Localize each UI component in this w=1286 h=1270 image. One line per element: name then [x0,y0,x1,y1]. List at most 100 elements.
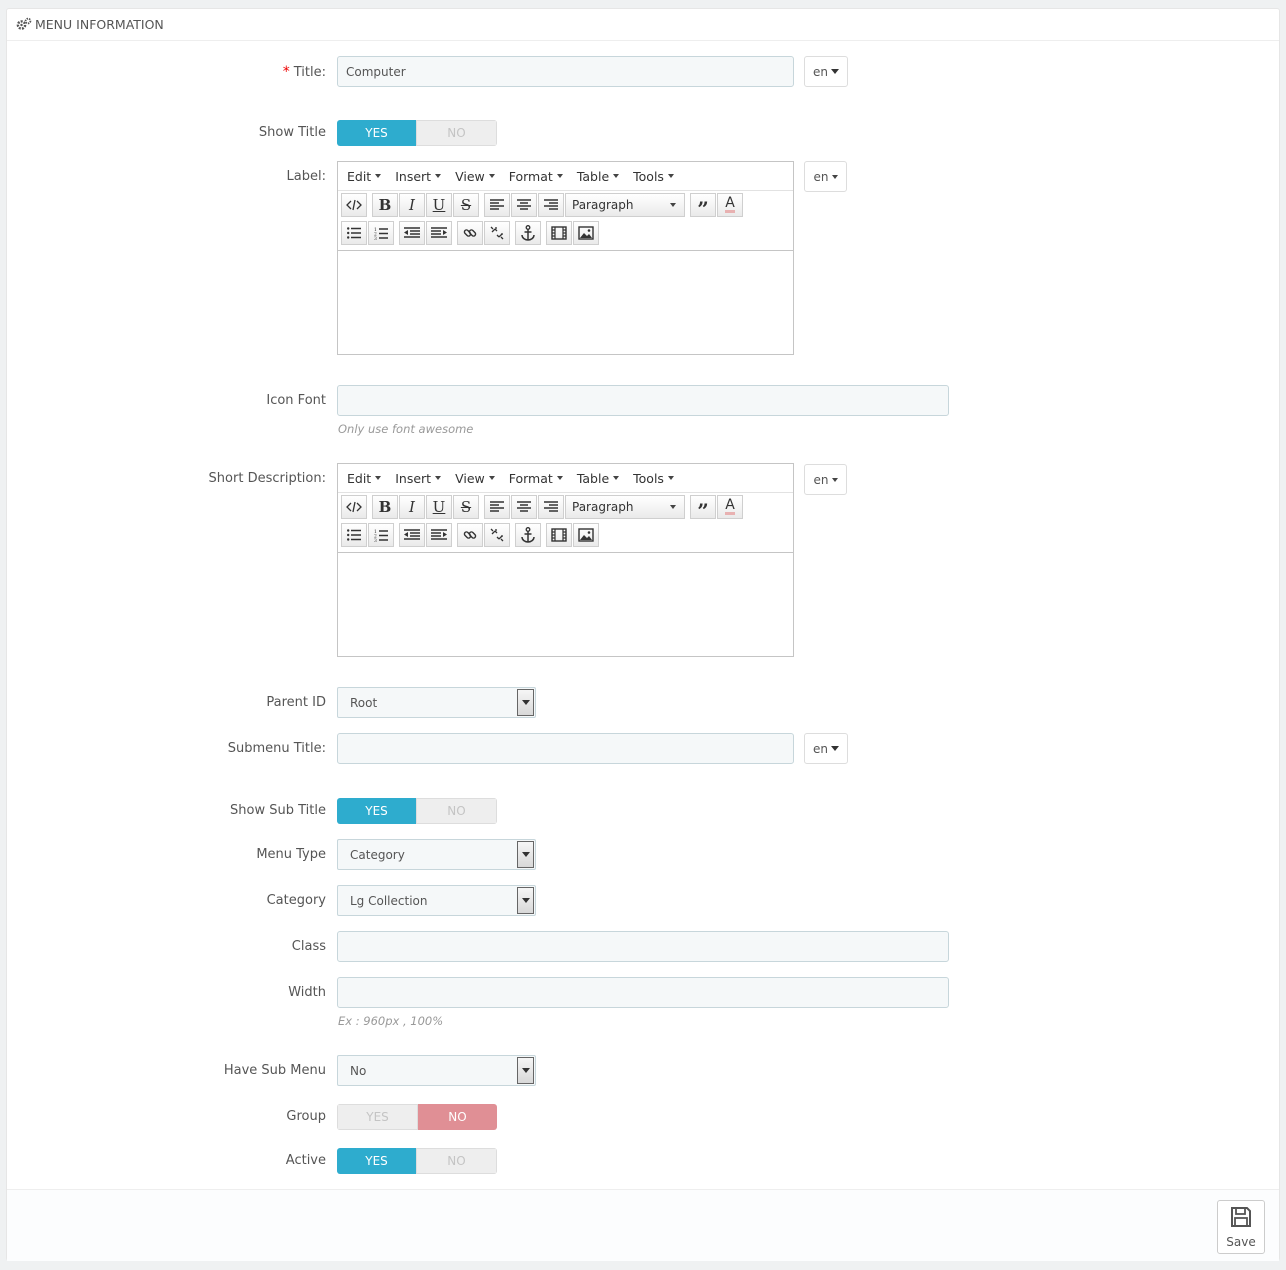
editor-menu-view[interactable]: View [448,471,502,486]
label-editor-block-format-select[interactable]: Paragraph [565,193,685,217]
label-editor-anchor-button[interactable] [515,221,541,245]
parent-id-select[interactable]: Root [337,687,536,718]
show-title-no[interactable]: NO [416,120,497,146]
short-description-editor-align-right-button[interactable] [538,495,564,519]
short-description-editor-unlink-button[interactable] [484,523,510,547]
short-description-editor-block-format-select[interactable]: Paragraph [565,495,685,519]
active-switch[interactable]: YES NO [337,1148,497,1174]
editor-menu-table[interactable]: Table [570,471,626,486]
label-editor-underline-button[interactable]: U [426,193,452,217]
short-description-editor-indent-button[interactable] [426,523,452,547]
align-left-icon [490,199,504,211]
editor-menubar: Edit Insert View Format Table Tools [338,162,793,191]
group-switch[interactable]: YES NO [337,1104,497,1130]
editor-menu-format[interactable]: Format [502,471,570,486]
label-editor-align-right-button[interactable] [538,193,564,217]
short-description-editor-link-button[interactable] [457,523,483,547]
submenu-title-language-dropdown[interactable]: en [804,733,848,764]
show-sub-title-yes[interactable]: YES [337,798,416,824]
editor-menu-insert[interactable]: Insert [388,169,448,184]
group-no[interactable]: NO [418,1104,497,1130]
editor-toolbar-row-1: B I U S Paragraph ” A [338,191,793,219]
short-description-editor-outdent-button[interactable] [399,523,425,547]
short-description-editor-underline-button[interactable]: U [426,495,452,519]
menu-type-select[interactable]: Category [337,839,536,870]
label-editor-link-button[interactable] [457,221,483,245]
outdent-icon [404,227,420,239]
label-editor-unlink-button[interactable] [484,221,510,245]
editor-menu-table[interactable]: Table [570,169,626,184]
submenu-title-input[interactable] [337,733,794,764]
label-editor-indent-button[interactable] [426,221,452,245]
show-title-switch[interactable]: YES NO [337,120,497,146]
label-editor-align-left-button[interactable] [484,193,510,217]
short-description-editor-bullet-list-button[interactable] [341,523,367,547]
label-editor-strikethrough-button[interactable]: S [453,193,479,217]
label-editor-text-color-button[interactable]: A [717,193,743,217]
label-editor-media-button[interactable] [546,221,572,245]
editor-menu-edit[interactable]: Edit [340,169,388,184]
label-editor-blockquote-button[interactable]: ” [690,193,716,219]
select-arrow-icon [517,689,534,716]
icon-font-input[interactable] [337,385,949,416]
editor-menu-tools[interactable]: Tools [626,169,681,184]
short-description-editor-text-color-button[interactable]: A [717,495,743,519]
short-description-editor-anchor-button[interactable] [515,523,541,547]
label-editor-bullet-list-button[interactable] [341,221,367,245]
caret-down-icon [831,174,838,179]
active-no[interactable]: NO [416,1148,497,1174]
short-description-editor-image-button[interactable] [573,523,599,547]
label-editor-align-center-button[interactable] [511,193,537,217]
label-editor-edit-area[interactable] [338,250,793,354]
label-language-dropdown[interactable]: en [804,161,847,192]
anchor-icon [521,527,535,543]
group-yes[interactable]: YES [337,1104,418,1130]
editor-menu-view[interactable]: View [448,169,502,184]
label-editor-bold-button[interactable]: B [372,193,398,217]
short-description-editor-edit-area[interactable] [338,552,793,656]
code-icon [346,501,362,513]
short-description-editor-code-button[interactable] [341,495,367,519]
short-description-rich-text-editor[interactable]: Edit Insert View Format Table Tools B I U S Paragr… [337,463,794,657]
width-input[interactable] [337,977,949,1008]
label-editor-image-button[interactable] [573,221,599,245]
label-editor-outdent-button[interactable] [399,221,425,245]
have-sub-menu-select[interactable]: No [337,1055,536,1086]
active-yes[interactable]: YES [337,1148,416,1174]
save-button[interactable]: Save [1217,1200,1265,1254]
icon-font-label: Icon Font [266,393,326,408]
short-description-language-dropdown[interactable]: en [804,464,847,495]
label-editor-italic-button[interactable]: I [399,193,425,217]
label-editor-code-button[interactable] [341,193,367,217]
short-description-editor-strikethrough-button[interactable]: S [453,495,479,519]
required-mark: * [282,64,290,80]
panel-heading: MENU INFORMATION [7,9,1279,41]
caret-down-icon [670,505,676,509]
category-select[interactable]: Lg Collection [337,885,536,916]
short-description-editor-media-button[interactable] [546,523,572,547]
show-sub-title-switch[interactable]: YES NO [337,798,497,824]
short-description-editor-bold-button[interactable]: B [372,495,398,519]
indent-icon [431,529,447,541]
class-input[interactable] [337,931,949,962]
underline-icon: U [432,498,446,516]
indent-icon [431,227,447,239]
short-description-editor-numbered-list-button[interactable]: 123 [368,523,394,547]
editor-menu-insert[interactable]: Insert [388,471,448,486]
title-language-dropdown[interactable]: en [804,56,848,87]
short-description-editor-align-center-button[interactable] [511,495,537,519]
label-rich-text-editor[interactable]: Edit Insert View Format Table Tools B I U S Paragr… [337,161,794,355]
editor-menu-format[interactable]: Format [502,169,570,184]
label-editor-numbered-list-button[interactable]: 123 [368,221,394,245]
image-icon [578,226,594,240]
title-input[interactable] [337,56,794,87]
short-description-editor-align-left-button[interactable] [484,495,510,519]
icon-font-help: Only use font awesome [338,422,474,436]
editor-menu-edit[interactable]: Edit [340,471,388,486]
select-arrow-icon [517,887,534,914]
show-sub-title-no[interactable]: NO [416,798,497,824]
short-description-editor-italic-button[interactable]: I [399,495,425,519]
show-title-yes[interactable]: YES [337,120,416,146]
editor-menu-tools[interactable]: Tools [626,471,681,486]
short-description-editor-blockquote-button[interactable]: ” [690,495,716,521]
